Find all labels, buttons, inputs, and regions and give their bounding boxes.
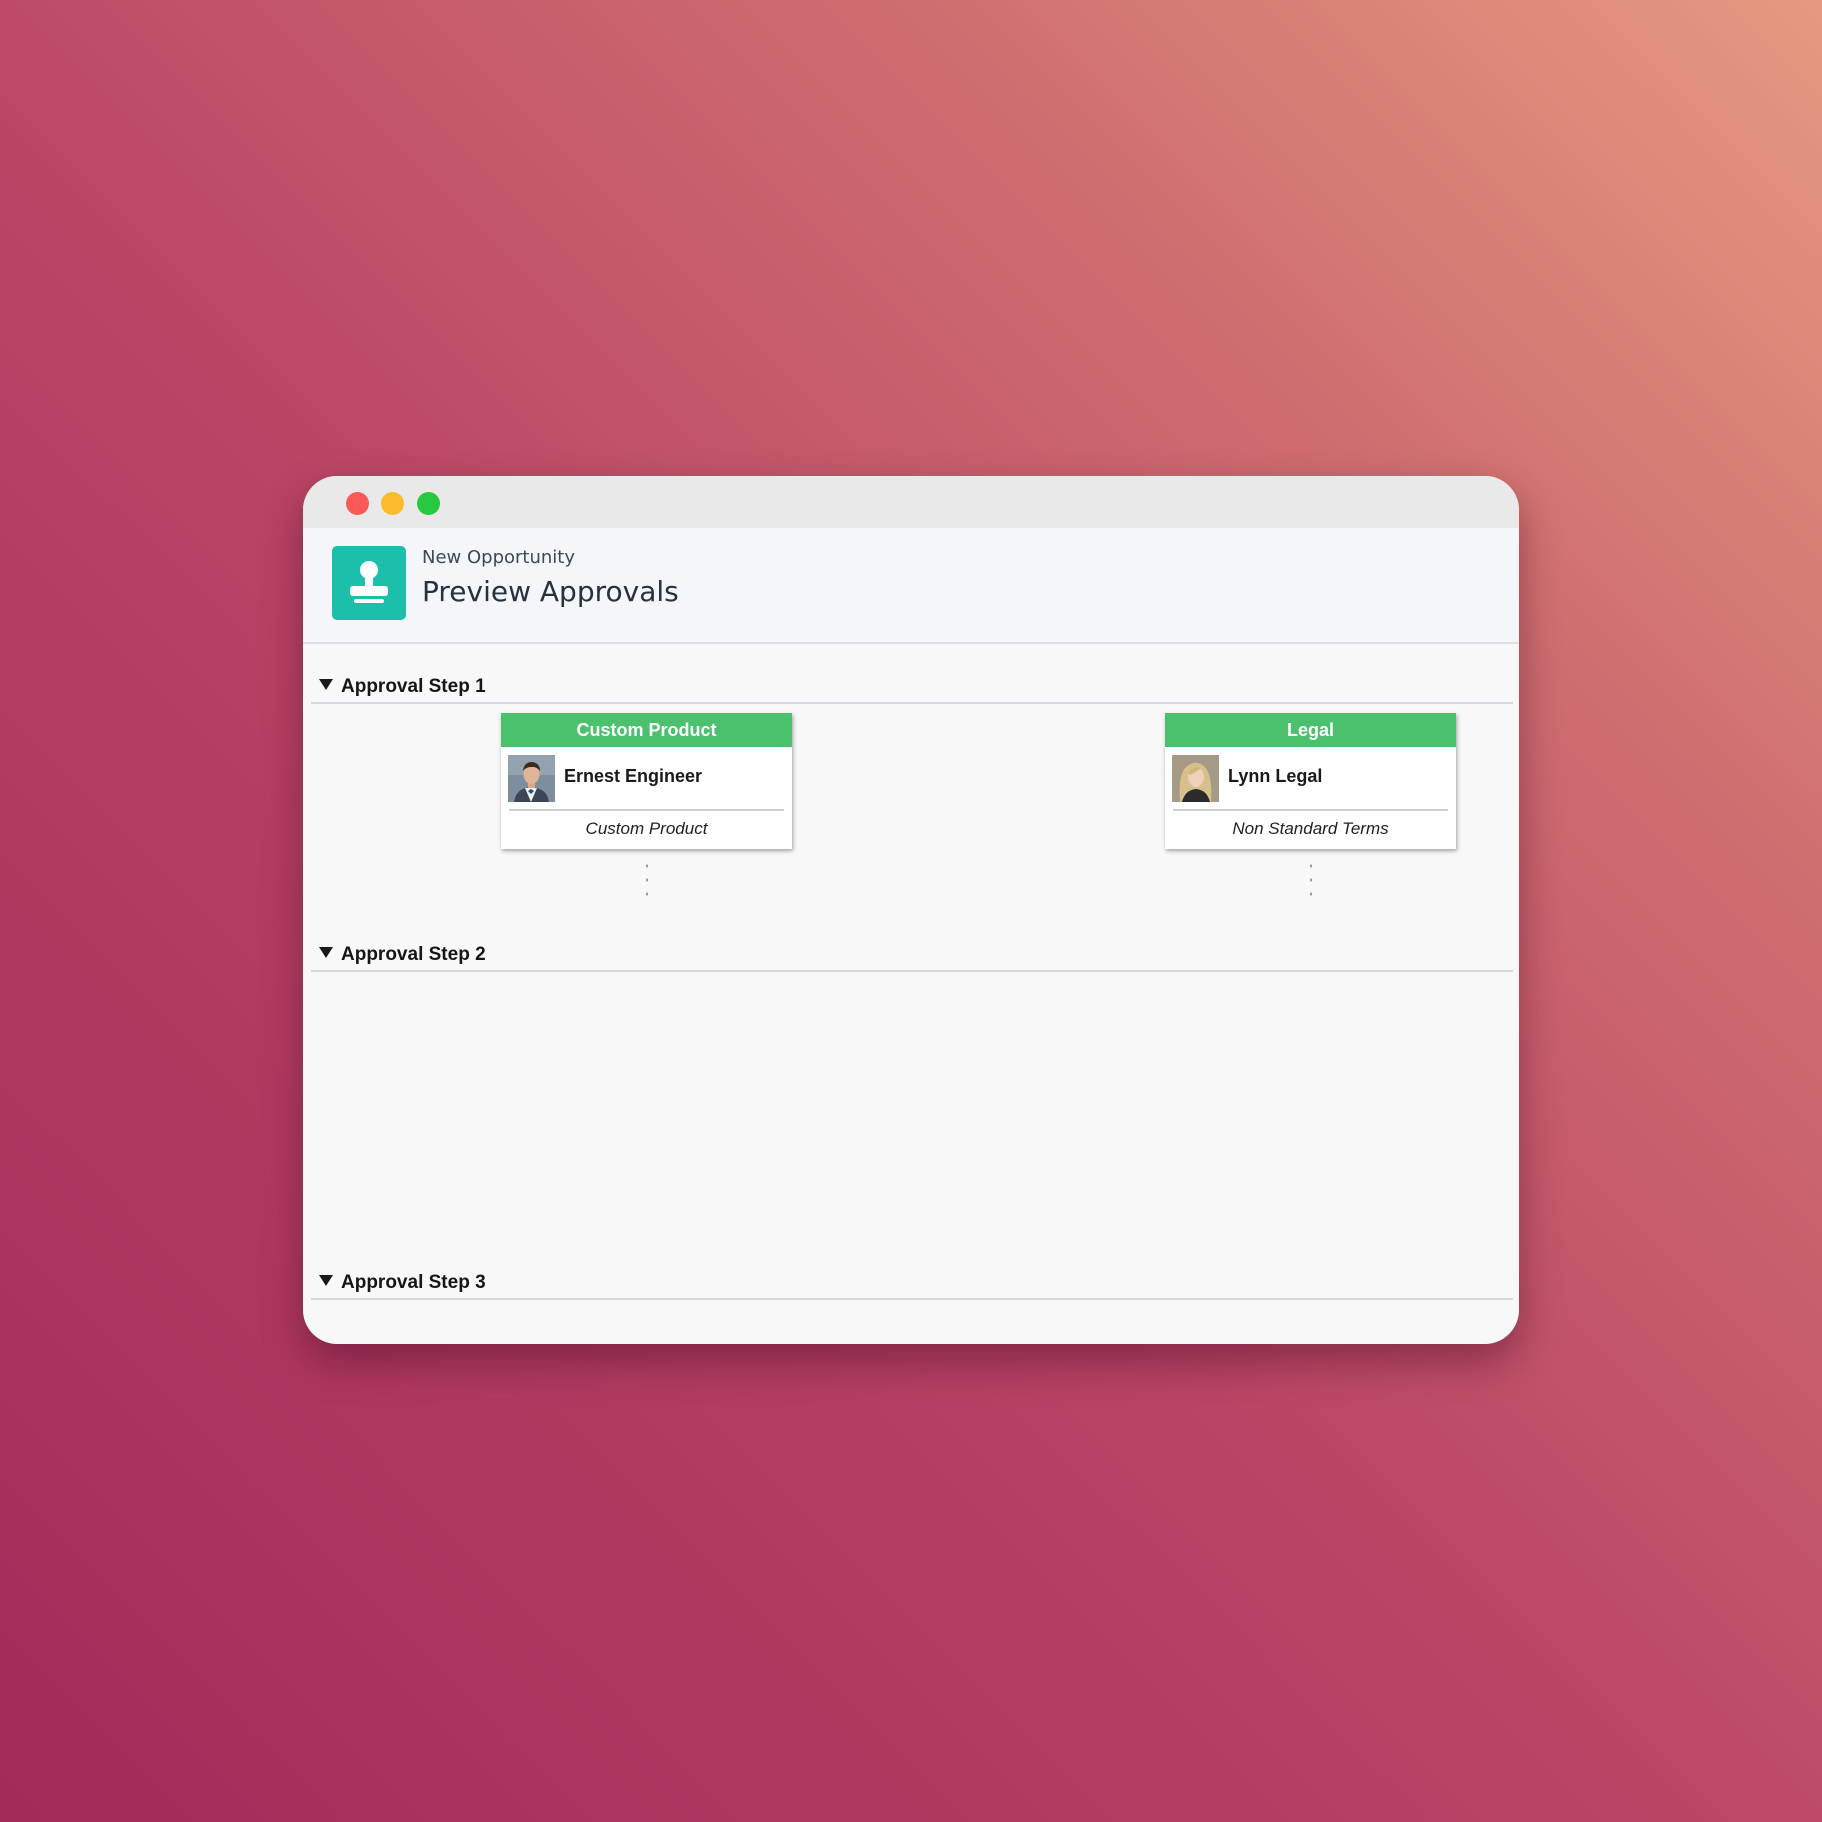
step-connector (1310, 859, 1312, 905)
window-titlebar (303, 476, 1519, 528)
zoom-window-button[interactable] (417, 492, 440, 515)
step-connector (646, 859, 648, 905)
approval-step-1-header[interactable]: Approval Step 1 (311, 670, 1513, 704)
page-title: Preview Approvals (422, 575, 679, 608)
approval-card-custom-product[interactable]: Custom Product Ernest Engineer Custom Pr… (501, 713, 792, 849)
collapse-caret-icon[interactable] (319, 947, 333, 958)
approval-stamp-icon (332, 546, 406, 620)
step-label: Approval Step 3 (341, 1272, 486, 1293)
approval-card-legal[interactable]: Legal Lynn Legal Non Standard Terms (1165, 713, 1456, 849)
approval-reason: Custom Product (585, 819, 708, 838)
approval-step-3-header[interactable]: Approval Step 3 (311, 1266, 1513, 1300)
approver-name: Lynn Legal (1228, 766, 1323, 786)
step-label: Approval Step 2 (341, 944, 486, 965)
approval-group-label: Custom Product (501, 713, 792, 747)
avatar (508, 755, 555, 802)
close-window-button[interactable] (346, 492, 369, 515)
approval-reason: Non Standard Terms (1232, 819, 1389, 838)
avatar (1172, 755, 1219, 802)
approver-name: Ernest Engineer (564, 766, 703, 786)
approval-step-2-header[interactable]: Approval Step 2 (311, 938, 1513, 972)
card-divider (509, 809, 784, 811)
record-type-label: New Opportunity (422, 547, 575, 568)
minimize-window-button[interactable] (381, 492, 404, 515)
page-header: New Opportunity Preview Approvals (303, 528, 1519, 644)
step-label: Approval Step 1 (341, 676, 486, 697)
approval-group-label: Legal (1165, 713, 1456, 747)
collapse-caret-icon[interactable] (319, 679, 333, 690)
card-divider (1173, 809, 1448, 811)
collapse-caret-icon[interactable] (319, 1275, 333, 1286)
app-window: New Opportunity Preview Approvals Approv… (303, 476, 1519, 1344)
